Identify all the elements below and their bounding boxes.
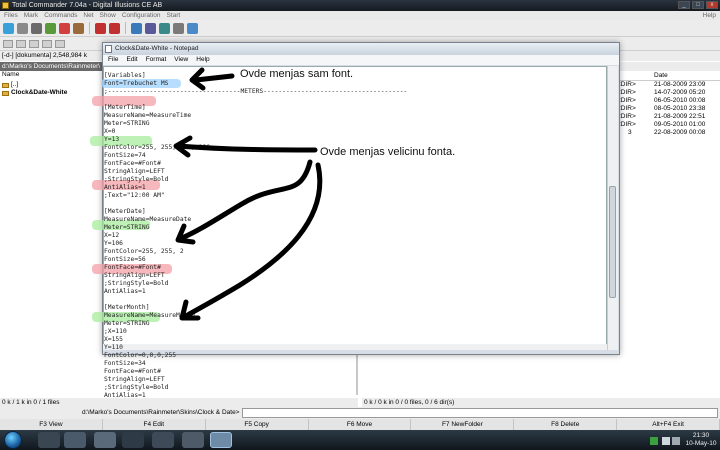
arrow-size-34 bbox=[183, 162, 323, 319]
annotation-font-size: Ovde menjas velicinu fonta. bbox=[320, 146, 456, 158]
arrow-size-74 bbox=[175, 143, 318, 153]
arrow-font bbox=[193, 73, 235, 83]
annotation-arrows bbox=[173, 67, 323, 321]
arrow-size-56 bbox=[179, 159, 313, 241]
annotation-font: Ovde menjas sam font. bbox=[240, 68, 354, 80]
